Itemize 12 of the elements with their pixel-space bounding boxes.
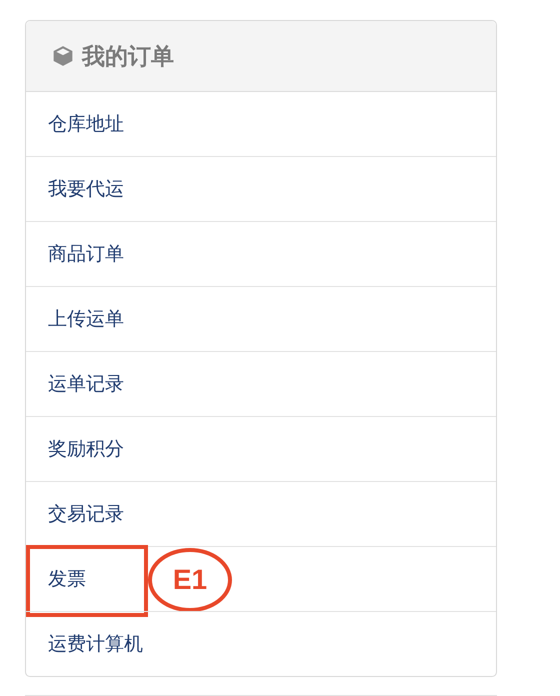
- callout-badge: E1: [148, 548, 232, 612]
- menu-item[interactable]: 运单记录: [26, 371, 124, 397]
- menu-item[interactable]: 上传运单: [26, 306, 124, 332]
- menu-item[interactable]: 交易记录: [26, 501, 124, 527]
- menu-item[interactable]: 我要代运: [26, 176, 124, 202]
- panel-title: 我的订单: [82, 42, 174, 72]
- menu-item[interactable]: 商品订单: [26, 241, 124, 267]
- menu-item[interactable]: 运费计算机: [26, 631, 143, 657]
- cube-icon: [52, 45, 74, 67]
- menu-item[interactable]: 仓库地址: [26, 111, 124, 137]
- menu-item[interactable]: 发票: [26, 566, 86, 592]
- menu-item[interactable]: 奖励积分: [26, 436, 124, 462]
